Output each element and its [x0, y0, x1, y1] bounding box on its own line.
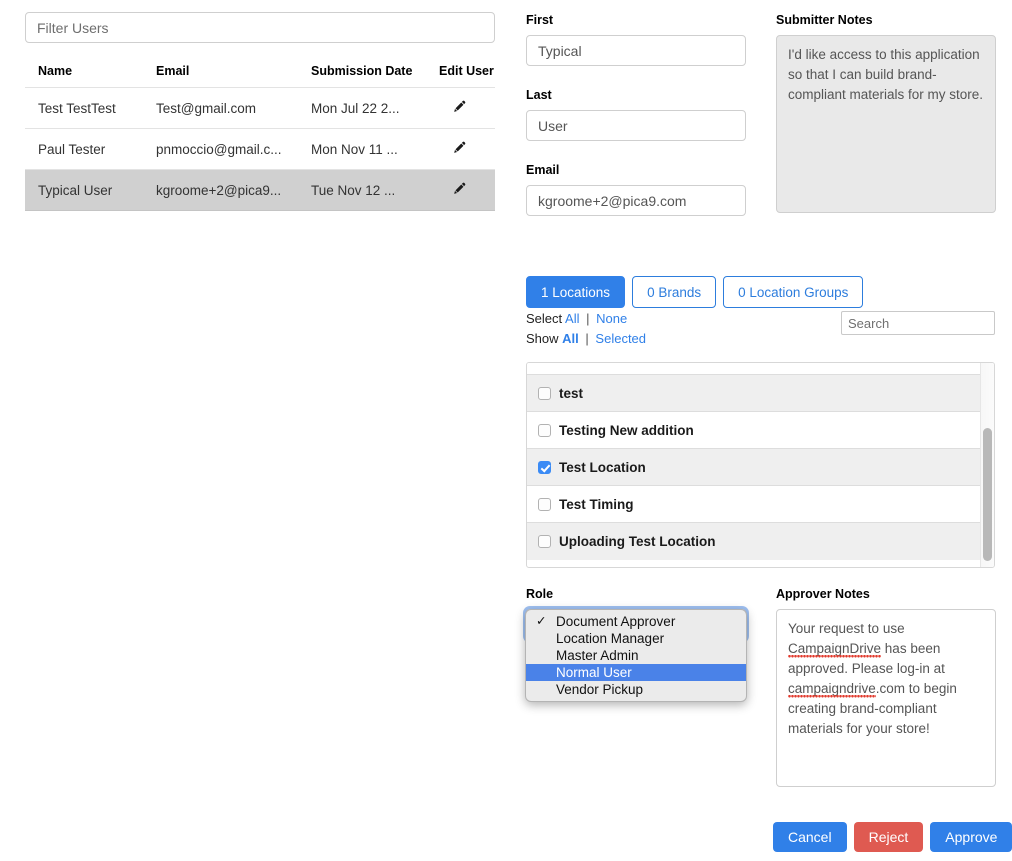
list-item[interactable]: Test Location	[527, 449, 982, 486]
user-approval-screen: Name Email Submission Date Edit User Tes…	[0, 0, 1012, 861]
first-name-label: First	[526, 13, 554, 27]
location-label: Testing New addition	[559, 422, 694, 438]
location-label: test	[559, 385, 584, 401]
show-selected-link[interactable]: Selected	[595, 331, 646, 346]
first-name-input[interactable]	[526, 35, 746, 66]
approver-notes-text-1: Your request to use	[788, 621, 905, 636]
approver-notes-label: Approver Notes	[776, 587, 870, 601]
cell-name: Test TestTest	[25, 87, 156, 129]
column-header-email: Email	[156, 64, 190, 78]
filter-users-input[interactable]	[25, 12, 495, 43]
role-dropdown-popup[interactable]: Document ApproverLocation ManagerMaster …	[525, 609, 747, 702]
pencil-icon[interactable]	[452, 182, 466, 196]
email-input[interactable]	[526, 185, 746, 216]
role-option[interactable]: Vendor Pickup	[526, 681, 746, 698]
reject-button[interactable]: Reject	[853, 822, 924, 852]
approver-notes-misspelled-1: CampaignDrive	[788, 641, 882, 656]
cell-email: kgroome+2@pica9...	[156, 169, 311, 211]
locations-scrollbar-thumb[interactable]	[983, 428, 992, 561]
locations-scrollbar-track[interactable]	[980, 363, 994, 567]
table-row[interactable]: Test TestTest Test@gmail.com Mon Jul 22 2.…	[25, 87, 495, 129]
approver-notes-group: Approver Notes Your request to use Campa…	[776, 587, 996, 787]
action-buttons: Cancel Reject Approve	[773, 822, 1012, 852]
table-row[interactable]: Paul Tester pnmoccio@gmail.c... Mon Nov 11…	[25, 128, 495, 170]
cell-name: Paul Tester	[25, 128, 156, 170]
users-panel: Name Email Submission Date Edit User Tes…	[25, 12, 495, 211]
role-option[interactable]: Master Admin	[526, 647, 746, 664]
last-name-input[interactable]	[526, 110, 746, 141]
select-label: Select	[526, 311, 563, 326]
locations-partial-row	[527, 363, 982, 375]
submitter-notes-group: Submitter Notes I'd like access to this …	[776, 13, 996, 218]
approver-notes-textarea[interactable]: Your request to use CampaignDrive has be…	[776, 609, 996, 787]
role-label: Role	[526, 587, 554, 601]
cell-submission-date: Tue Nov 12 ...	[311, 169, 439, 211]
tab-1-locations[interactable]: 1 Locations	[526, 276, 626, 308]
location-label: Test Timing	[559, 496, 634, 512]
list-item[interactable]: Uploading Test Location	[527, 523, 982, 560]
cell-submission-date: Mon Jul 22 2...	[311, 87, 439, 129]
pencil-icon[interactable]	[452, 141, 466, 155]
select-all-link[interactable]: All	[565, 311, 579, 326]
cell-submission-date: Mon Nov 11 ...	[311, 128, 439, 170]
column-header-name: Name	[38, 64, 73, 78]
role-option[interactable]: Location Manager	[526, 630, 746, 647]
show-separator: |	[585, 331, 589, 346]
first-name-group: First	[526, 13, 746, 66]
column-header-submission-date: Submission Date	[311, 64, 413, 78]
users-table-body: Test TestTest Test@gmail.com Mon Jul 22 2.…	[25, 87, 495, 211]
approve-button[interactable]: Approve	[930, 822, 1012, 852]
cell-edit-user[interactable]	[439, 87, 495, 129]
location-checkbox[interactable]	[538, 460, 551, 474]
submitter-notes-textarea: I'd like access to this application so t…	[776, 35, 996, 213]
search-input[interactable]	[841, 311, 995, 335]
role-option[interactable]: Normal User	[526, 664, 746, 681]
cell-edit-user[interactable]	[439, 169, 495, 211]
location-checkbox[interactable]	[538, 497, 551, 511]
cell-edit-user[interactable]	[439, 128, 495, 170]
locations-scroll-content: test Testing New addition Test Location Tes…	[527, 363, 982, 567]
location-label: Test Location	[559, 459, 646, 475]
last-name-label: Last	[526, 88, 552, 102]
last-name-group: Last	[526, 88, 746, 141]
location-label: Uploading Test Location	[559, 534, 716, 549]
show-all-link[interactable]: All	[562, 331, 579, 346]
users-table: Name Email Submission Date Edit User Tes…	[25, 64, 495, 211]
table-row[interactable]: Typical User kgroome+2@pica9... Tue Nov 12…	[25, 169, 495, 211]
list-item[interactable]: test	[527, 375, 982, 412]
assignment-tabs: 1 Locations 0 Brands 0 Location Groups	[526, 276, 864, 308]
submitter-notes-label: Submitter Notes	[776, 13, 873, 27]
select-separator: |	[586, 311, 590, 326]
pencil-icon[interactable]	[452, 100, 466, 114]
tab-0-location-groups[interactable]: 0 Location Groups	[723, 276, 864, 308]
select-none-link[interactable]: None	[596, 311, 627, 326]
cell-email: pnmoccio@gmail.c...	[156, 128, 311, 170]
role-option[interactable]: Document Approver	[526, 613, 746, 630]
column-header-edit-user: Edit User	[439, 64, 494, 78]
location-checkbox[interactable]	[538, 535, 551, 548]
users-table-head: Name Email Submission Date Edit User	[25, 64, 495, 88]
location-checkbox[interactable]	[538, 423, 551, 437]
select-controls: Select All | None	[526, 311, 627, 326]
users-table-header-row: Name Email Submission Date Edit User	[25, 64, 495, 88]
cancel-button[interactable]: Cancel	[773, 822, 847, 852]
show-label: Show	[526, 331, 559, 346]
email-group: Email	[526, 163, 746, 216]
locations-rows: test Testing New addition Test Location Tes…	[527, 375, 982, 560]
tab-0-brands[interactable]: 0 Brands	[632, 276, 717, 308]
cell-name: Typical User	[25, 169, 156, 211]
cell-email: Test@gmail.com	[156, 87, 311, 129]
locations-list: test Testing New addition Test Location Tes…	[526, 362, 995, 568]
list-item[interactable]: Test Timing	[527, 486, 982, 523]
approver-notes-misspelled-2: campaigndrive	[788, 681, 876, 696]
location-checkbox[interactable]	[538, 386, 551, 400]
show-controls: Show All | Selected	[526, 331, 646, 346]
email-label: Email	[526, 163, 560, 177]
list-item[interactable]: Testing New addition	[527, 412, 982, 449]
